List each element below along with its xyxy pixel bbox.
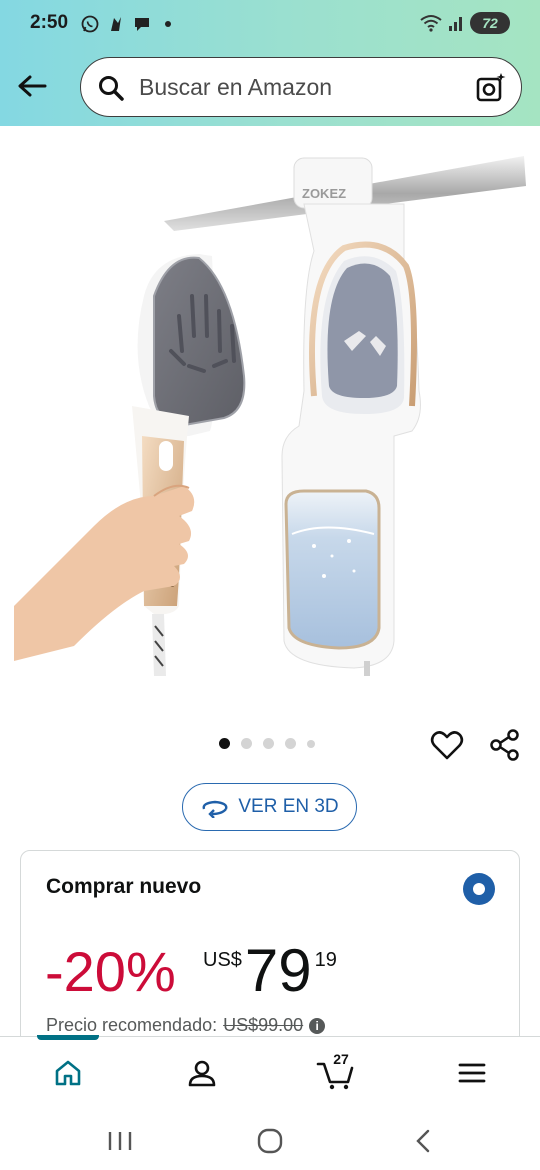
back-button[interactable] (14, 68, 50, 104)
recent-apps-icon (108, 1132, 132, 1150)
rotate-3d-icon (202, 800, 228, 818)
back-chevron-icon (416, 1129, 430, 1153)
home-circle-icon (257, 1128, 283, 1154)
price: US$ 79 19 (203, 941, 337, 1001)
chat-icon (135, 18, 149, 31)
list-price-value: US$99.00 (223, 1015, 304, 1035)
home-system-button[interactable] (255, 1126, 285, 1156)
brand-logo: ZOKEZ (302, 186, 346, 201)
share-icon[interactable] (488, 728, 522, 762)
active-tab-indicator (37, 1035, 99, 1040)
info-icon[interactable]: i (309, 1017, 326, 1034)
recent-apps-button[interactable] (105, 1126, 135, 1156)
status-bar: 2:50 72 (0, 0, 540, 50)
nav-home[interactable] (48, 1053, 88, 1093)
radio-selected-dot (473, 883, 485, 895)
app-header: 2:50 72 Buscar en Amazon (0, 0, 540, 126)
price-whole: 79 (244, 937, 312, 1004)
camera-search-icon[interactable] (475, 72, 507, 104)
nav-cart[interactable]: 27 (314, 1051, 358, 1093)
more-notifications-icon (165, 21, 171, 27)
status-time: 2:50 (30, 12, 69, 33)
nav-account[interactable] (182, 1053, 222, 1093)
whatsapp-icon (81, 15, 99, 33)
buy-new-title: Comprar nuevo (46, 875, 202, 898)
product-image[interactable]: ZOKEZ (14, 136, 534, 676)
wifi-icon (420, 15, 442, 32)
carousel-dot[interactable] (219, 738, 230, 749)
price-fraction: 19 (314, 949, 337, 971)
carousel-dot[interactable] (285, 738, 296, 749)
carousel-indicator[interactable] (219, 738, 315, 749)
carousel-dot[interactable] (307, 739, 315, 748)
list-price-label: Precio recomendado: (46, 1015, 218, 1035)
bottom-nav: 27 (0, 1035, 540, 1108)
signal-icon (449, 17, 462, 31)
list-price-row: Precio recomendado: US$99.00 i (46, 1015, 326, 1036)
back-system-button[interactable] (408, 1126, 438, 1156)
carousel-dot[interactable] (241, 738, 252, 749)
notification-icons (80, 14, 178, 34)
search-icon (99, 76, 124, 101)
carousel-dot[interactable] (263, 738, 274, 749)
arrow-left-icon (18, 75, 47, 97)
cart-count: 27 (333, 1051, 349, 1067)
nav-menu[interactable] (452, 1053, 492, 1093)
messenger-icon (111, 17, 121, 31)
home-icon (55, 1060, 81, 1086)
view-3d-button[interactable]: VER EN 3D (182, 783, 357, 831)
price-currency: US$ (203, 949, 242, 971)
system-status: 72 (420, 12, 510, 34)
system-nav-bar (0, 1108, 540, 1170)
user-icon (188, 1060, 216, 1087)
view-3d-label: VER EN 3D (238, 796, 339, 817)
battery-indicator: 72 (470, 12, 510, 34)
search-bar[interactable]: Buscar en Amazon (80, 57, 522, 117)
buy-new-radio[interactable] (463, 873, 495, 905)
menu-icon (458, 1063, 486, 1083)
search-placeholder: Buscar en Amazon (139, 74, 333, 100)
heart-icon[interactable] (430, 728, 464, 762)
discount-percent: -20% (45, 940, 176, 1003)
